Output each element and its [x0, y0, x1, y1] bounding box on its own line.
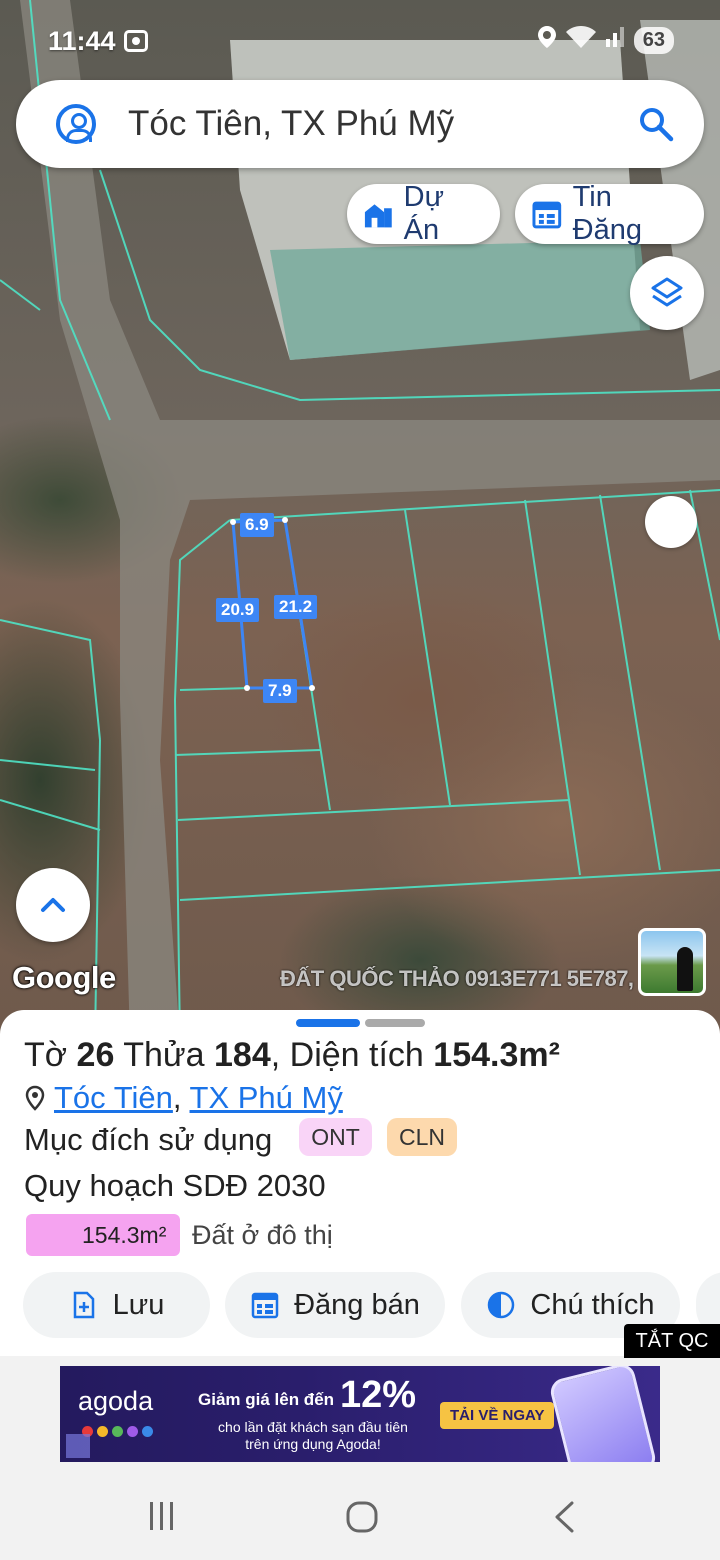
- compass-button[interactable]: [645, 496, 697, 548]
- save-button-label: Lưu: [112, 1288, 165, 1321]
- listings-chip-label: Tin Đăng: [572, 181, 642, 246]
- area-label: , Diện tích: [270, 1036, 424, 1074]
- dimension-left-label: 20.9: [216, 598, 260, 622]
- plan-label: Quy hoạch SDĐ 2030: [24, 1168, 326, 1203]
- dimension-top-label: 6.9: [240, 513, 274, 537]
- ad-percent: 12%: [340, 1374, 417, 1416]
- commune-link[interactable]: Tóc Tiên: [54, 1080, 173, 1116]
- ad-subtext-line1: cho lần đặt khách sạn đầu tiên: [218, 1419, 408, 1435]
- dimension-bottom-label: 7.9: [263, 679, 297, 703]
- add-document-icon: [73, 1291, 94, 1319]
- parcel-number: 184: [214, 1036, 271, 1074]
- location-separator: ,: [172, 1080, 182, 1115]
- screen-record-icon: [124, 30, 148, 52]
- screen: { "status_bar": { "time": "11:44", "batt…: [0, 0, 720, 1560]
- parcel-area: 154.3m²: [433, 1036, 560, 1074]
- save-button[interactable]: Lưu: [23, 1272, 210, 1338]
- legend-button-label: Chú thích: [530, 1288, 655, 1321]
- post-sale-button-label: Đăng bán: [294, 1288, 420, 1321]
- agoda-ad-banner[interactable]: agoda Giảm giá lên đến 12% cho lần đặt k…: [60, 1366, 660, 1462]
- land-use-tag-ont: ONT: [299, 1118, 372, 1156]
- post-sale-button[interactable]: Đăng bán: [225, 1272, 445, 1338]
- parcel-title: Tờ 26 Thửa 184, Diện tích 154.3m²: [24, 1036, 560, 1075]
- phone-illustration: [547, 1366, 659, 1462]
- close-ad-button[interactable]: TẮT QC: [624, 1324, 720, 1358]
- plan-area-value: 154.3m²: [82, 1222, 167, 1248]
- ad-brand: agoda: [78, 1386, 154, 1416]
- status-time: 11:44: [48, 26, 116, 56]
- back-button[interactable]: [552, 1500, 576, 1534]
- listings-chip[interactable]: Tin Đăng: [515, 181, 704, 246]
- chevron-up-icon: [41, 898, 65, 912]
- google-logo: Google: [12, 960, 116, 995]
- parcel-location: Tóc Tiên, TX Phú Mỹ: [24, 1080, 343, 1116]
- town-link[interactable]: TX Phú Mỹ: [190, 1080, 343, 1116]
- sheet-label: Tờ: [24, 1036, 68, 1074]
- projects-chip-label: Dự Án: [403, 181, 445, 246]
- street-photo-thumbnail[interactable]: [638, 928, 706, 996]
- parcel-info-sheet: Tờ 26 Thửa 184, Diện tích 154.3m² Tóc Ti…: [0, 1010, 720, 1356]
- ad-headline: Giảm giá lên đến: [198, 1390, 335, 1409]
- layers-icon: [651, 277, 683, 307]
- projects-chip[interactable]: Dự Án: [347, 181, 500, 246]
- navigation-bar: [0, 1470, 720, 1560]
- calendar-icon: [532, 201, 562, 229]
- ad-play-icon: [66, 1434, 90, 1458]
- location-icon: [537, 26, 556, 54]
- plan-land-type: Đất ở đô thị: [192, 1220, 333, 1250]
- parcel-label: Thửa: [123, 1036, 205, 1074]
- land-use-label: Mục đích sử dụng: [24, 1122, 273, 1157]
- layers-button[interactable]: [630, 256, 704, 330]
- map-watermark: ĐẤT QUỐC THẢO 0913E771 5E787,: [280, 966, 634, 991]
- calendar-icon: [251, 1292, 279, 1319]
- battery-indicator: 63: [633, 26, 674, 54]
- expand-sheet-button[interactable]: [16, 868, 90, 942]
- wifi-icon: [565, 26, 596, 54]
- signal-icon: [605, 27, 624, 53]
- ad-subtext-line2: trên ứng dụng Agoda!: [245, 1436, 381, 1452]
- search-bar[interactable]: Tóc Tiên, TX Phú Mỹ: [16, 80, 704, 168]
- contrast-icon: [488, 1291, 515, 1319]
- building-icon: [364, 204, 392, 228]
- sheet-page-indicator-active: [296, 1019, 360, 1027]
- search-input[interactable]: Tóc Tiên, TX Phú Mỹ: [128, 104, 454, 144]
- home-button[interactable]: [345, 1500, 379, 1534]
- agoda-logo-dots: [82, 1426, 153, 1437]
- search-icon[interactable]: [638, 106, 674, 142]
- account-icon[interactable]: [56, 104, 96, 144]
- ad-download-button[interactable]: TẢI VỀ NGAY: [440, 1402, 555, 1429]
- sheet-number: 26: [76, 1036, 115, 1074]
- land-use-tag-cln: CLN: [387, 1118, 457, 1156]
- location-pin-icon: [25, 1085, 45, 1111]
- sheet-page-indicator: [365, 1019, 425, 1027]
- dimension-right-label: 21.2: [274, 595, 318, 619]
- status-bar: 11:44 63: [0, 0, 720, 80]
- recent-apps-button[interactable]: [146, 1500, 178, 1532]
- ad-subtext: cho lần đặt khách sạn đầu tiên trên ứng …: [208, 1419, 418, 1453]
